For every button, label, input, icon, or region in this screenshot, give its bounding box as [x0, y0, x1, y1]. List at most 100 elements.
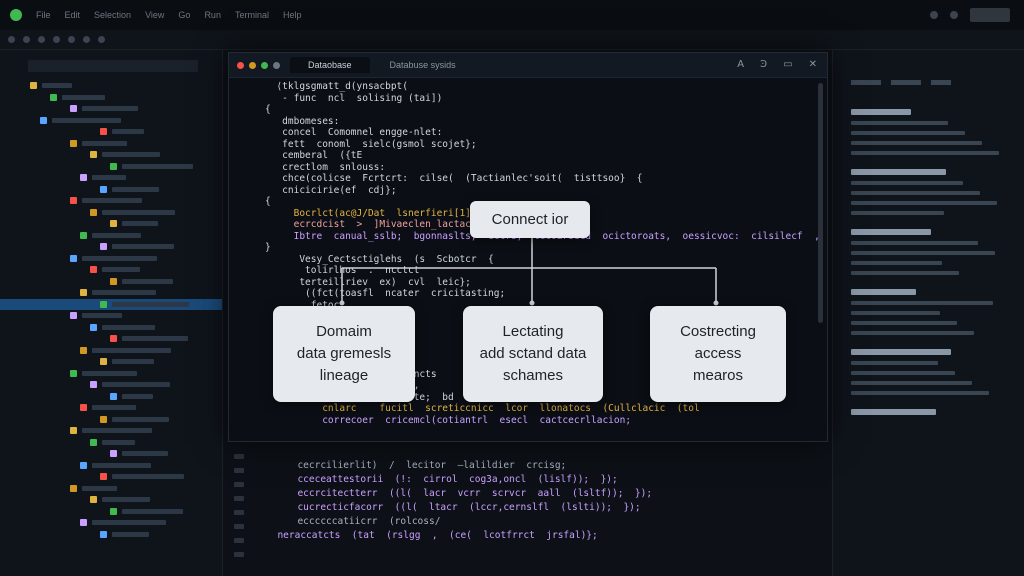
tree-item[interactable] — [0, 80, 222, 92]
tree-item[interactable] — [0, 241, 222, 253]
tree-item[interactable] — [0, 253, 222, 265]
tree-item[interactable] — [0, 333, 222, 345]
file-icon — [70, 369, 77, 377]
tree-item[interactable] — [0, 506, 222, 518]
split-icon[interactable]: Ͽ — [760, 59, 767, 70]
tree-item[interactable] — [0, 230, 222, 242]
card-connector[interactable]: Connect ior — [470, 201, 590, 238]
tree-item[interactable] — [0, 414, 222, 426]
tree-item[interactable] — [0, 138, 222, 150]
tab-active[interactable]: Dataobase — [290, 57, 370, 73]
tree-item[interactable] — [0, 92, 222, 104]
tree-item[interactable] — [0, 529, 222, 541]
extra-window-icon[interactable] — [273, 61, 280, 69]
code-line: chce(colicse Fcrtcrt: cilse( (Tactianlec… — [265, 173, 643, 184]
code-line: ((fct(toasfl ncater cricitasting; — [265, 288, 506, 299]
tree-item[interactable] — [0, 103, 222, 115]
card-access-measures[interactable]: Costrecting access mearos — [650, 306, 786, 402]
tree-item[interactable] — [0, 126, 222, 138]
tree-item[interactable] — [0, 368, 222, 380]
toolbar-run-icon[interactable] — [98, 36, 105, 43]
tree-item[interactable] — [0, 184, 222, 196]
menu-item-selection[interactable]: Selection — [94, 10, 131, 20]
file-icon — [80, 174, 87, 181]
tree-item[interactable] — [0, 264, 222, 276]
tree-item[interactable] — [0, 172, 222, 184]
window-controls — [930, 8, 1010, 22]
font-icon[interactable]: A — [737, 59, 744, 70]
minimize-window-icon[interactable] — [249, 61, 256, 69]
card-domain-lineage[interactable]: Domaim data gremesls lineage — [273, 306, 415, 402]
code-line: concel Comomnel engge-nlet: — [265, 127, 443, 138]
menu-item-help[interactable]: Help — [283, 10, 302, 20]
outline-tabs — [833, 50, 1024, 95]
bg-code-line: cecrcilierlit) / lecitor —lalildier crci… — [286, 460, 567, 471]
tree-item[interactable] — [0, 460, 222, 472]
code-line: crectlom snlouss: — [265, 161, 386, 173]
outline-line — [851, 321, 957, 325]
tab-inactive[interactable]: Databuse sysids — [390, 60, 456, 70]
tree-item[interactable] — [0, 287, 222, 299]
settings-icon[interactable] — [950, 11, 958, 19]
tree-item[interactable] — [0, 437, 222, 449]
menu-item-file[interactable]: File — [36, 10, 51, 20]
tree-item[interactable] — [0, 115, 222, 127]
tree-item[interactable] — [0, 402, 222, 414]
code-line: ⟨tklgsgmatt_d(ynsacbpt( — [265, 81, 408, 92]
tree-item[interactable] — [0, 391, 222, 403]
toolbar-search-icon[interactable] — [83, 36, 90, 43]
editor-controls: A Ͽ ▭ ✕ — [737, 59, 817, 70]
tree-item[interactable] — [0, 161, 222, 173]
outline-line — [851, 151, 999, 155]
tree-item[interactable] — [0, 218, 222, 230]
explorer-search-input[interactable] — [28, 60, 198, 72]
tree-item[interactable] — [0, 149, 222, 161]
menu-item-view[interactable]: View — [145, 10, 164, 20]
tree-item[interactable] — [0, 517, 222, 529]
tree-item[interactable] — [0, 471, 222, 483]
tree-item[interactable] — [0, 310, 222, 322]
tree-item[interactable] — [0, 379, 222, 391]
toolbar-forward-icon[interactable] — [23, 36, 30, 43]
tree-item[interactable] — [0, 356, 222, 368]
tree-item[interactable] — [0, 322, 222, 334]
tree-item[interactable] — [0, 483, 222, 495]
tree-item[interactable] — [0, 195, 222, 207]
toolbar-home-icon[interactable] — [53, 36, 60, 43]
file-icon — [100, 415, 107, 423]
outline-tab-3[interactable] — [931, 80, 951, 85]
outline-line — [851, 311, 940, 315]
close-window-icon[interactable] — [237, 61, 244, 69]
toolbar-back-icon[interactable] — [8, 36, 15, 43]
maximize-window-icon[interactable] — [261, 61, 268, 69]
outline-tab-1[interactable] — [851, 80, 881, 85]
card-data-schemas[interactable]: Lectating add sctand data schames — [463, 306, 603, 402]
maximize-icon[interactable]: ▭ — [783, 59, 792, 70]
tree-item-label — [92, 405, 136, 410]
bg-code-line: neraccatcts (tat (rslgg , (ce( lcotfrrct… — [266, 530, 598, 541]
tree-item[interactable] — [0, 298, 222, 310]
menu-item-terminal[interactable]: Terminal — [235, 10, 269, 20]
editor-scrollbar[interactable] — [818, 83, 823, 323]
layout-button[interactable] — [970, 8, 1010, 22]
toolbar-save-icon[interactable] — [68, 36, 75, 43]
menu-item-run[interactable]: Run — [204, 10, 221, 20]
toolbar-refresh-icon[interactable] — [38, 36, 45, 43]
tree-item[interactable] — [0, 207, 222, 219]
outline-tab-2[interactable] — [891, 80, 921, 85]
tree-item-label — [122, 336, 188, 341]
tree-item[interactable] — [0, 345, 222, 357]
outline-line — [851, 121, 948, 125]
account-icon[interactable] — [930, 11, 938, 19]
file-icon — [70, 312, 77, 319]
close-icon[interactable]: ✕ — [809, 59, 817, 70]
tree-item-label — [92, 520, 166, 525]
tree-item[interactable] — [0, 425, 222, 437]
tree-item[interactable] — [0, 448, 222, 460]
file-icon — [110, 507, 117, 515]
tree-item[interactable] — [0, 494, 222, 506]
menu-item-go[interactable]: Go — [178, 10, 190, 20]
tree-item[interactable] — [0, 276, 222, 288]
outline-line — [851, 301, 993, 305]
menu-item-edit[interactable]: Edit — [65, 10, 81, 20]
